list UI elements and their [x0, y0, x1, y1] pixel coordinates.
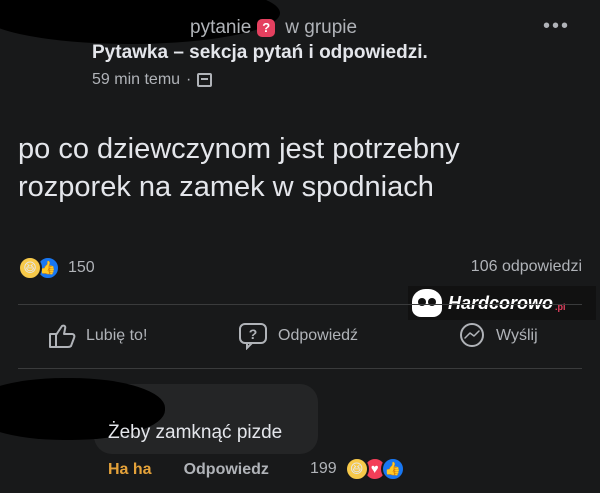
answer-button[interactable]: ? Odpowiedź — [238, 322, 358, 350]
question-bubble-icon: ? — [239, 323, 267, 350]
reaction-count: 150 — [68, 259, 95, 276]
in-group-label: w grupie — [285, 17, 358, 38]
group-name-link[interactable]: Pytawka – sekcja pytań i odpowiedzi. — [92, 42, 428, 64]
more-options-icon[interactable]: ••• — [543, 15, 570, 38]
haha-reaction-icon: 😆 — [18, 256, 42, 280]
like-button[interactable]: Lubię to! — [48, 323, 147, 349]
thumbs-up-icon — [49, 324, 76, 348]
comment-text: Żeby zamknąć pizde — [108, 422, 283, 443]
post-body: po co dziewczynom jest potrzebny rozpore… — [18, 133, 460, 203]
like-reaction-icon: 👍 — [380, 457, 405, 481]
question-badge-icon: ? — [257, 19, 276, 37]
post-type-label: pytanie — [190, 17, 252, 38]
haha-reaction-button[interactable]: Ha ha — [108, 461, 152, 479]
comment-reactions[interactable]: 199 😆 ♥ 👍 — [310, 457, 405, 481]
comment-actions: Ha ha Odpowiedz — [108, 461, 269, 479]
comment-reaction-count: 199 — [310, 460, 337, 477]
post-reactions[interactable]: 😆 👍 150 — [18, 256, 95, 280]
skull-icon — [412, 289, 442, 317]
comments-count-link[interactable]: 106 odpowiedzi — [471, 258, 582, 276]
messenger-icon — [460, 323, 484, 347]
svg-text:?: ? — [249, 326, 258, 342]
group-privacy-icon — [197, 73, 213, 87]
post-action-bar: Lubię to! ? Odpowiedź Wyślij — [0, 318, 600, 354]
divider — [18, 368, 582, 369]
meta-separator: · — [186, 71, 192, 88]
post-type-line: pytanie ? w grupie — [190, 17, 357, 39]
send-button[interactable]: Wyślij — [458, 322, 538, 350]
answer-label: Odpowiedź — [278, 327, 359, 344]
send-label: Wyślij — [496, 327, 538, 344]
watermark-text: Hardcorowo — [448, 292, 554, 313]
post-meta: 59 min temu · — [92, 71, 213, 89]
like-label: Lubię to! — [86, 327, 148, 344]
haha-reaction-icon: 😆 — [344, 457, 369, 481]
reply-button[interactable]: Odpowiedz — [184, 461, 269, 479]
post-time[interactable]: 59 min temu — [92, 71, 180, 89]
divider — [18, 304, 582, 305]
watermark-logo: Hardcorowo .pl — [408, 286, 596, 320]
